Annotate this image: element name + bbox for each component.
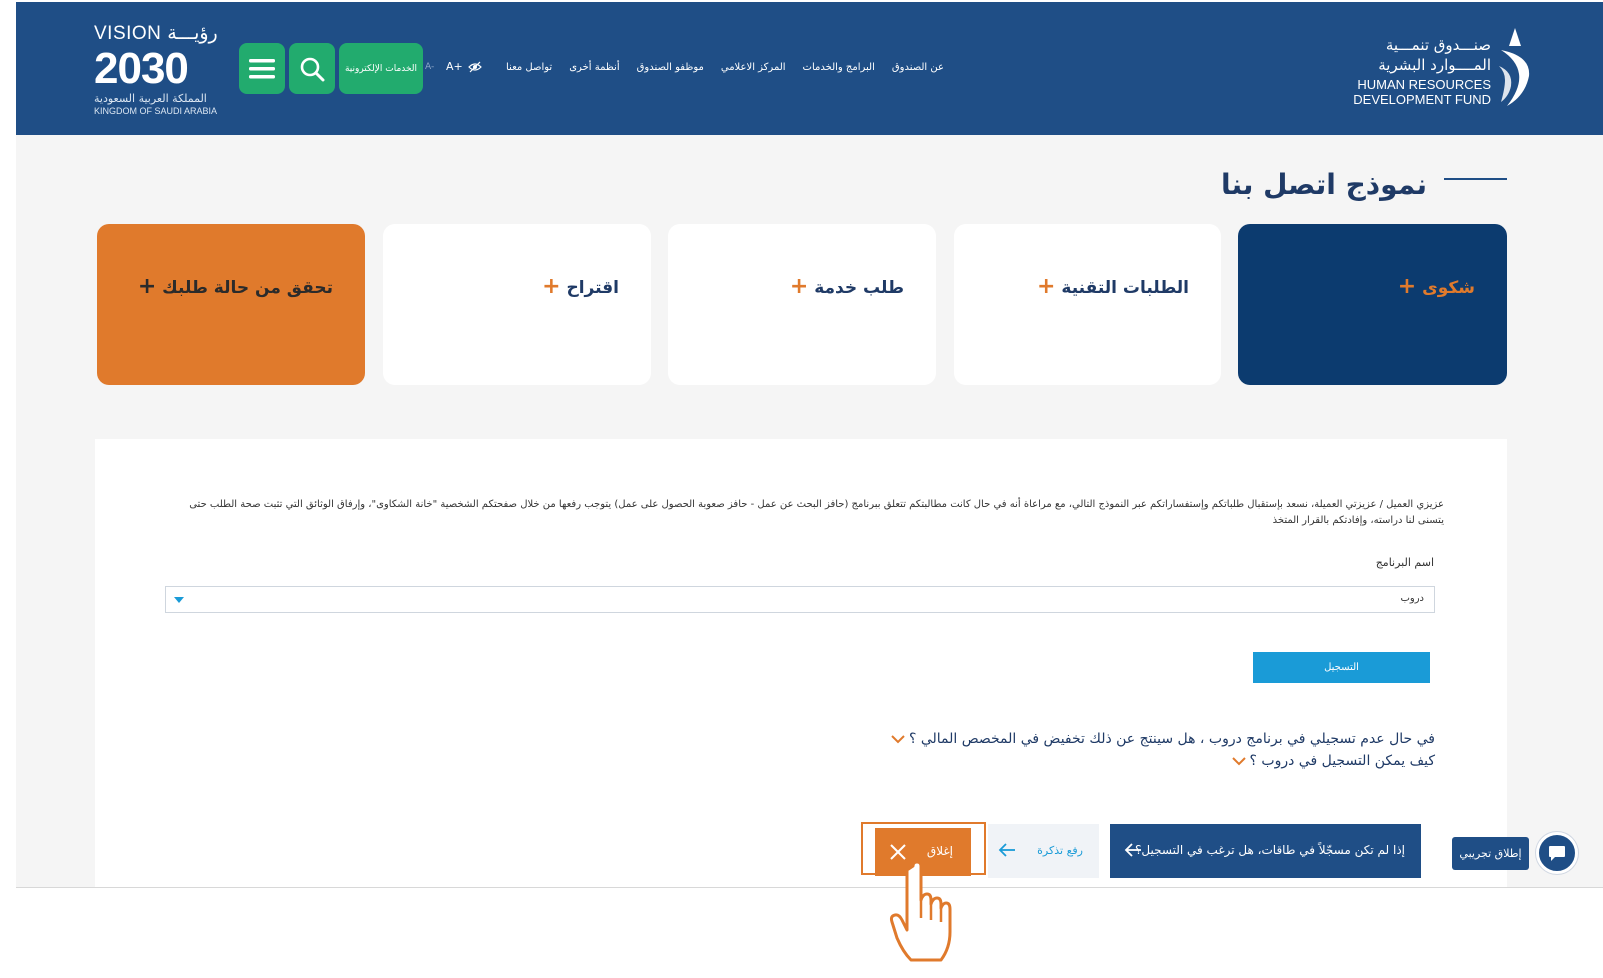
arrow-left-icon [998, 843, 1015, 857]
upload-ticket-label: رفع تذكرة [1037, 844, 1083, 857]
font-increase-button[interactable]: A+ [446, 60, 463, 73]
card-complaint-text: شكوى [1422, 278, 1475, 298]
hrdf-logo-ar-line1: صنـــدوق تنمـــية [1385, 36, 1491, 54]
arrow-left-icon [1124, 843, 1141, 857]
vision-2030-logo[interactable]: VISION رؤيـــة 2030 المملكة العربية السع… [94, 20, 234, 120]
vision-logo-title: VISION رؤيـــة [94, 23, 218, 44]
card-service-request-text: طلب خدمة [814, 278, 904, 298]
chatbot-question-button[interactable]: إذا لم تكن مسجّلاً في طاقات، هل ترغب في … [1110, 824, 1421, 878]
card-suggestion-text: اقتراح [566, 278, 619, 298]
main-nav: عن الصندوق البرامج والخدمات المركز الاعل… [506, 62, 944, 73]
form-intro-text: عزيزي العميل / عزيزتي العميلة، نسعد بإست… [189, 499, 1444, 526]
hamburger-icon [249, 58, 275, 78]
upload-ticket-button[interactable]: رفع تذكرة [988, 824, 1099, 878]
card-complaint-label: شكوى + [1398, 274, 1475, 299]
contact-form: عزيزي العميل / عزيزتي العميلة، نسعد بإست… [95, 439, 1507, 887]
program-name-label: اسم البرنامج [1375, 556, 1434, 569]
hrdf-logo-en-line1: HUMAN RESOURCES [1357, 77, 1491, 92]
card-service-request[interactable]: طلب خدمة + [668, 224, 936, 385]
page: VISION رؤيـــة 2030 المملكة العربية السع… [0, 0, 1603, 978]
chatbot-question-text: إذا لم تكن مسجّلاً في طاقات، هل ترغب في … [1135, 843, 1405, 857]
beta-launch-tag[interactable]: إطلاق تجريبي [1452, 837, 1529, 870]
card-tech-requests-label: الطلبات التقنية + [1037, 274, 1189, 299]
faq-item-how-register[interactable]: كيف يمكن التسجيل في دروب ؟ [1231, 753, 1435, 769]
pointer-hand-icon [889, 860, 952, 962]
vision-logo-country-ar: المملكة العربية السعودية [94, 92, 207, 105]
plus-icon: + [542, 274, 561, 299]
program-name-select[interactable]: دروب [165, 586, 1435, 613]
faq-question-text: في حال عدم تسجيلي في برنامج دروب ، هل سي… [908, 731, 1435, 747]
close-icon [890, 844, 906, 860]
chevron-down-icon [1231, 757, 1246, 766]
title-decor-line [1444, 178, 1507, 180]
hrdf-logo-ar-line2: المــــوارد البشرية [1378, 56, 1491, 74]
card-service-request-label: طلب خدمة + [790, 274, 904, 299]
card-check-status[interactable]: تحقق من حالة طلبك + [97, 224, 365, 385]
chat-toggle-button[interactable] [1536, 832, 1578, 874]
faq-item-reduction[interactable]: في حال عدم تسجيلي في برنامج دروب ، هل سي… [891, 731, 1435, 747]
vision-logo-country-en: KINGDOM OF SAUDI ARABIA [94, 106, 218, 116]
plus-icon: + [789, 274, 809, 299]
chevron-down-icon [891, 735, 905, 744]
search-icon [300, 57, 325, 81]
eservices-button[interactable]: الخدمات الإلكترونية [339, 43, 423, 94]
plus-icon: + [1037, 274, 1056, 299]
card-tech-requests-text: الطلبات التقنية [1061, 278, 1189, 298]
card-tech-requests[interactable]: الطلبات التقنية + [954, 224, 1221, 385]
plus-icon: + [137, 274, 157, 299]
font-decrease-button[interactable]: A- [425, 62, 434, 72]
nav-programs-services[interactable]: البرامج والخدمات [803, 62, 875, 73]
faq-question-text: كيف يمكن التسجيل في دروب ؟ [1249, 753, 1435, 769]
hrdf-logo-en-line2: DEVELOPMENT FUND [1353, 92, 1491, 107]
nav-fund-employees[interactable]: موظفو الصندوق [637, 62, 704, 73]
contrast-eye-icon[interactable] [468, 60, 482, 74]
site-header: VISION رؤيـــة 2030 المملكة العربية السع… [16, 2, 1603, 135]
vision-logo-year: 2030 [94, 44, 189, 93]
register-button[interactable]: التسجيل [1253, 652, 1430, 683]
card-check-status-label: تحقق من حالة طلبك + [138, 274, 333, 299]
card-suggestion[interactable]: اقتراح + [383, 224, 651, 385]
hrdf-emblem-icon [1499, 28, 1530, 106]
nav-other-systems[interactable]: أنظمة أخرى [569, 62, 619, 73]
program-name-value: دروب [1400, 593, 1424, 604]
menu-button[interactable] [239, 43, 285, 94]
nav-contact-us[interactable]: تواصل معنا [506, 62, 552, 73]
chat-bubble-icon [1549, 846, 1565, 861]
nav-media-center[interactable]: المركز الاعلامي [721, 62, 786, 73]
nav-about-fund[interactable]: عن الصندوق [892, 62, 944, 73]
card-suggestion-label: اقتراح + [542, 274, 619, 299]
search-button[interactable] [289, 43, 335, 94]
card-complaint[interactable]: شكوى + [1238, 224, 1507, 385]
page-title: نموذج اتصل بنا [1220, 168, 1427, 201]
card-check-status-text: تحقق من حالة طلبك [162, 278, 333, 298]
hrdf-logo[interactable]: صنـــدوق تنمـــية المــــوارد البشرية HU… [1307, 24, 1537, 114]
caret-down-icon [174, 597, 184, 603]
browser-viewport: VISION رؤيـــة 2030 المملكة العربية السع… [16, 2, 1603, 888]
close-button-label: إغلاق [926, 844, 953, 858]
plus-icon: + [1397, 274, 1417, 299]
